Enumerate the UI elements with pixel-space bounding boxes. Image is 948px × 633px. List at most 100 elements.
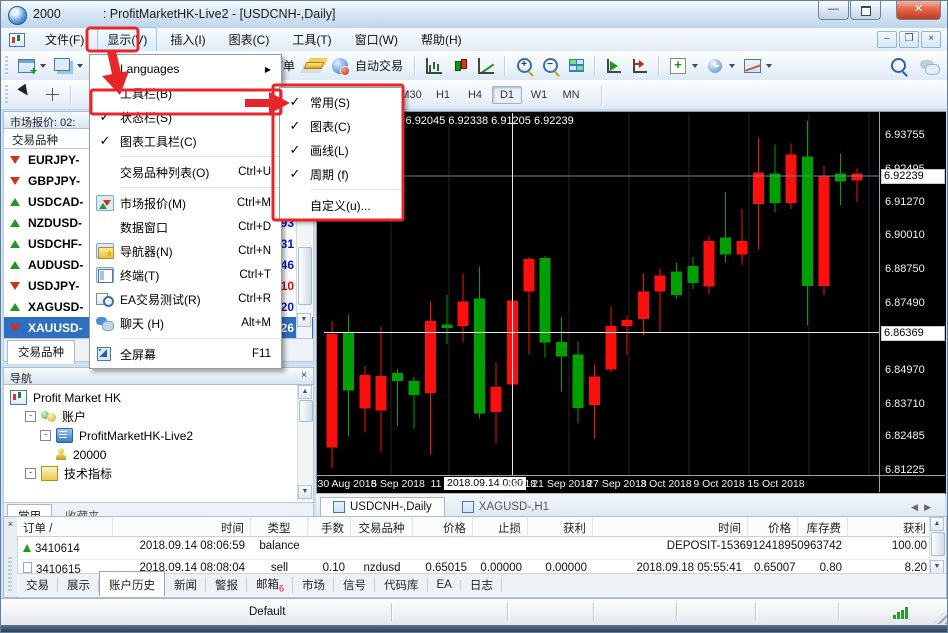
new-chart-button[interactable]: + bbox=[13, 54, 39, 78]
auto-scroll-button[interactable] bbox=[601, 54, 627, 78]
view-menu-item-11[interactable]: 终端(T)Ctrl+T bbox=[90, 263, 281, 287]
navigator-node-4[interactable]: 20000 bbox=[55, 445, 106, 464]
tree-expander-icon[interactable]: - bbox=[40, 430, 51, 441]
terminal-tab-警报[interactable]: 警报 bbox=[206, 574, 247, 596]
child-minimize-button[interactable]: – bbox=[877, 31, 897, 48]
period-button-W1[interactable]: W1 bbox=[524, 86, 554, 104]
zoom-out-button[interactable]: − bbox=[537, 54, 563, 78]
new-chart-dropdown-icon[interactable] bbox=[40, 64, 46, 71]
child-restore-button[interactable]: ❐ bbox=[899, 31, 919, 48]
view-menu-item-1[interactable]: Languages▶ bbox=[90, 57, 281, 81]
scroll-up-icon[interactable]: ▲ bbox=[298, 385, 312, 399]
column-header-7[interactable]: 止损 bbox=[473, 517, 528, 536]
view-menu-item-10[interactable]: 导航器(N)Ctrl+N bbox=[90, 239, 281, 263]
terminal-scrollbar[interactable]: ▲ ▼ bbox=[929, 517, 946, 575]
chat-icon[interactable] bbox=[911, 54, 943, 78]
chart-shift-button[interactable] bbox=[627, 54, 653, 78]
chart-tab-scroll-arrows[interactable]: ◀▶ bbox=[911, 502, 937, 513]
bar-chart-mode-button[interactable] bbox=[421, 54, 447, 78]
tree-expander-icon[interactable]: - bbox=[25, 468, 36, 479]
view-menu-item-2[interactable]: 工具栏(B) bbox=[90, 81, 281, 105]
child-close-button[interactable]: × bbox=[921, 31, 941, 48]
period-button-D1[interactable]: D1 bbox=[492, 86, 522, 104]
column-header-8[interactable]: 获利 bbox=[528, 517, 593, 536]
column-header-11[interactable]: 库存费 bbox=[798, 517, 848, 536]
candlestick-mode-button[interactable] bbox=[447, 54, 473, 78]
column-header-4[interactable]: 手数 bbox=[308, 517, 351, 536]
scroll-thumb[interactable] bbox=[931, 532, 945, 556]
period-button-MN[interactable]: MN bbox=[556, 86, 586, 104]
profiles-button[interactable] bbox=[50, 54, 76, 78]
tree-expander-icon[interactable]: - bbox=[25, 411, 36, 422]
terminal-tab-展示[interactable]: 展示 bbox=[58, 574, 99, 596]
navigator-node-3[interactable]: -ProfitMarketHK-Live2 bbox=[40, 426, 193, 445]
terminal-tab-交易[interactable]: 交易 bbox=[17, 574, 58, 596]
view-menu-item-8[interactable]: 市场报价(M)Ctrl+M bbox=[90, 191, 281, 215]
candlestick-chart[interactable] bbox=[324, 113, 879, 475]
column-header-2[interactable]: 时间 bbox=[113, 517, 251, 536]
period-button-H4[interactable]: H4 bbox=[460, 86, 490, 104]
zoom-in-button[interactable]: + bbox=[511, 54, 537, 78]
view-menu-item-13[interactable]: 聊天 (H)Alt+M bbox=[90, 311, 281, 335]
menubar-item-5[interactable]: 工具(T) bbox=[282, 27, 341, 52]
chart-tab-XAGUSDH1[interactable]: XAGUSD-,H1 bbox=[449, 497, 562, 517]
view-menu-item-6[interactable]: 交易品种列表(O)Ctrl+U bbox=[90, 160, 281, 184]
gold-symbols-icon[interactable] bbox=[301, 54, 327, 78]
profiles-dropdown-icon[interactable] bbox=[77, 64, 83, 71]
toolbars-submenu-item-3[interactable]: ✓画线(L) bbox=[280, 138, 403, 162]
scroll-thumb[interactable] bbox=[299, 400, 313, 422]
menubar-item-7[interactable]: 帮助(H) bbox=[411, 27, 472, 52]
resize-grip[interactable] bbox=[933, 610, 947, 624]
menubar-item-2[interactable]: 显示(V) bbox=[97, 27, 157, 52]
templates-button[interactable] bbox=[739, 54, 765, 78]
terminal-tab-新闻[interactable]: 新闻 bbox=[165, 574, 206, 596]
column-header-3[interactable]: 类型 bbox=[251, 517, 308, 536]
minimize-button[interactable]: — bbox=[818, 1, 849, 20]
column-header-5[interactable]: 交易品种 bbox=[351, 517, 413, 536]
periods-button[interactable] bbox=[702, 54, 728, 78]
close-button[interactable]: ✕ bbox=[896, 1, 941, 20]
chart-tab-USDCNHDaily[interactable]: USDCNH-,Daily bbox=[320, 497, 445, 517]
view-menu-item-3[interactable]: ✓状态栏(S) bbox=[90, 105, 281, 129]
menubar-item-6[interactable]: 窗口(W) bbox=[345, 27, 408, 52]
crosshair-tool-button[interactable] bbox=[39, 83, 65, 107]
navigator-node-1[interactable]: Profit Market HK bbox=[10, 388, 121, 407]
view-menu-item-15[interactable]: 全屏幕F11 bbox=[90, 342, 281, 366]
terminal-grip[interactable] bbox=[8, 557, 12, 591]
orders-table-header[interactable]: 订单 /时间类型手数交易品种价格止损获利时间价格库存费获利 bbox=[17, 517, 930, 537]
toolbar-grip[interactable] bbox=[5, 56, 8, 76]
search-icon[interactable] bbox=[885, 54, 911, 78]
restore-button[interactable] bbox=[850, 1, 881, 20]
cursor-tool-button[interactable] bbox=[13, 83, 39, 107]
autotrading-button[interactable]: 自动交易 bbox=[355, 57, 403, 74]
view-menu-item-4[interactable]: ✓图表工具栏(C) bbox=[90, 129, 281, 153]
period-button-H1[interactable]: H1 bbox=[428, 86, 458, 104]
templates-dropdown-icon[interactable] bbox=[766, 64, 772, 71]
order-row-1[interactable]: 34106142018.09.14 08:06:59balanceDEPOSIT… bbox=[17, 537, 930, 560]
menubar-item-1[interactable]: 文件(F) bbox=[35, 27, 94, 52]
column-header-9[interactable]: 时间 bbox=[593, 517, 748, 536]
indicators-dropdown-icon[interactable] bbox=[692, 64, 698, 71]
view-menu-item-12[interactable]: EA交易测试(R)Ctrl+R bbox=[90, 287, 281, 311]
toolbars-submenu-item-6[interactable]: 自定义(u)... bbox=[280, 193, 403, 217]
toolbars-submenu-item-4[interactable]: ✓周期 (f) bbox=[280, 162, 403, 186]
navigator-node-5[interactable]: -技术指标 bbox=[25, 464, 112, 483]
navigator-header[interactable]: 导航 × bbox=[3, 367, 314, 385]
column-header-1[interactable]: 订单 / bbox=[17, 517, 113, 536]
scroll-thumb[interactable] bbox=[298, 247, 312, 305]
navigator-scrollbar[interactable]: ▲▼ bbox=[297, 385, 313, 501]
column-header-12[interactable]: 获利 bbox=[848, 517, 933, 536]
title-bar[interactable]: 2000: ProfitMarketHK-Live2 - [USDCNH-,Da… bbox=[1, 1, 948, 29]
terminal-tab-active[interactable]: 账户历史 bbox=[99, 571, 165, 596]
menubar-item-3[interactable]: 插入(I) bbox=[160, 27, 215, 52]
tile-windows-button[interactable] bbox=[563, 54, 589, 78]
toolbar-grip[interactable] bbox=[5, 85, 8, 105]
terminal-tab-代码库[interactable]: 代码库 bbox=[375, 574, 428, 596]
periods-dropdown-icon[interactable] bbox=[729, 64, 735, 71]
column-header-10[interactable]: 价格 bbox=[748, 517, 798, 536]
terminal-close-icon[interactable]: × bbox=[5, 519, 16, 530]
menubar-item-4[interactable]: 图表(C) bbox=[219, 27, 280, 52]
scroll-down-icon[interactable]: ▼ bbox=[930, 560, 944, 574]
toolbars-submenu-item-1[interactable]: ✓常用(S) bbox=[280, 90, 403, 114]
terminal-tab-EA[interactable]: EA bbox=[428, 576, 461, 594]
